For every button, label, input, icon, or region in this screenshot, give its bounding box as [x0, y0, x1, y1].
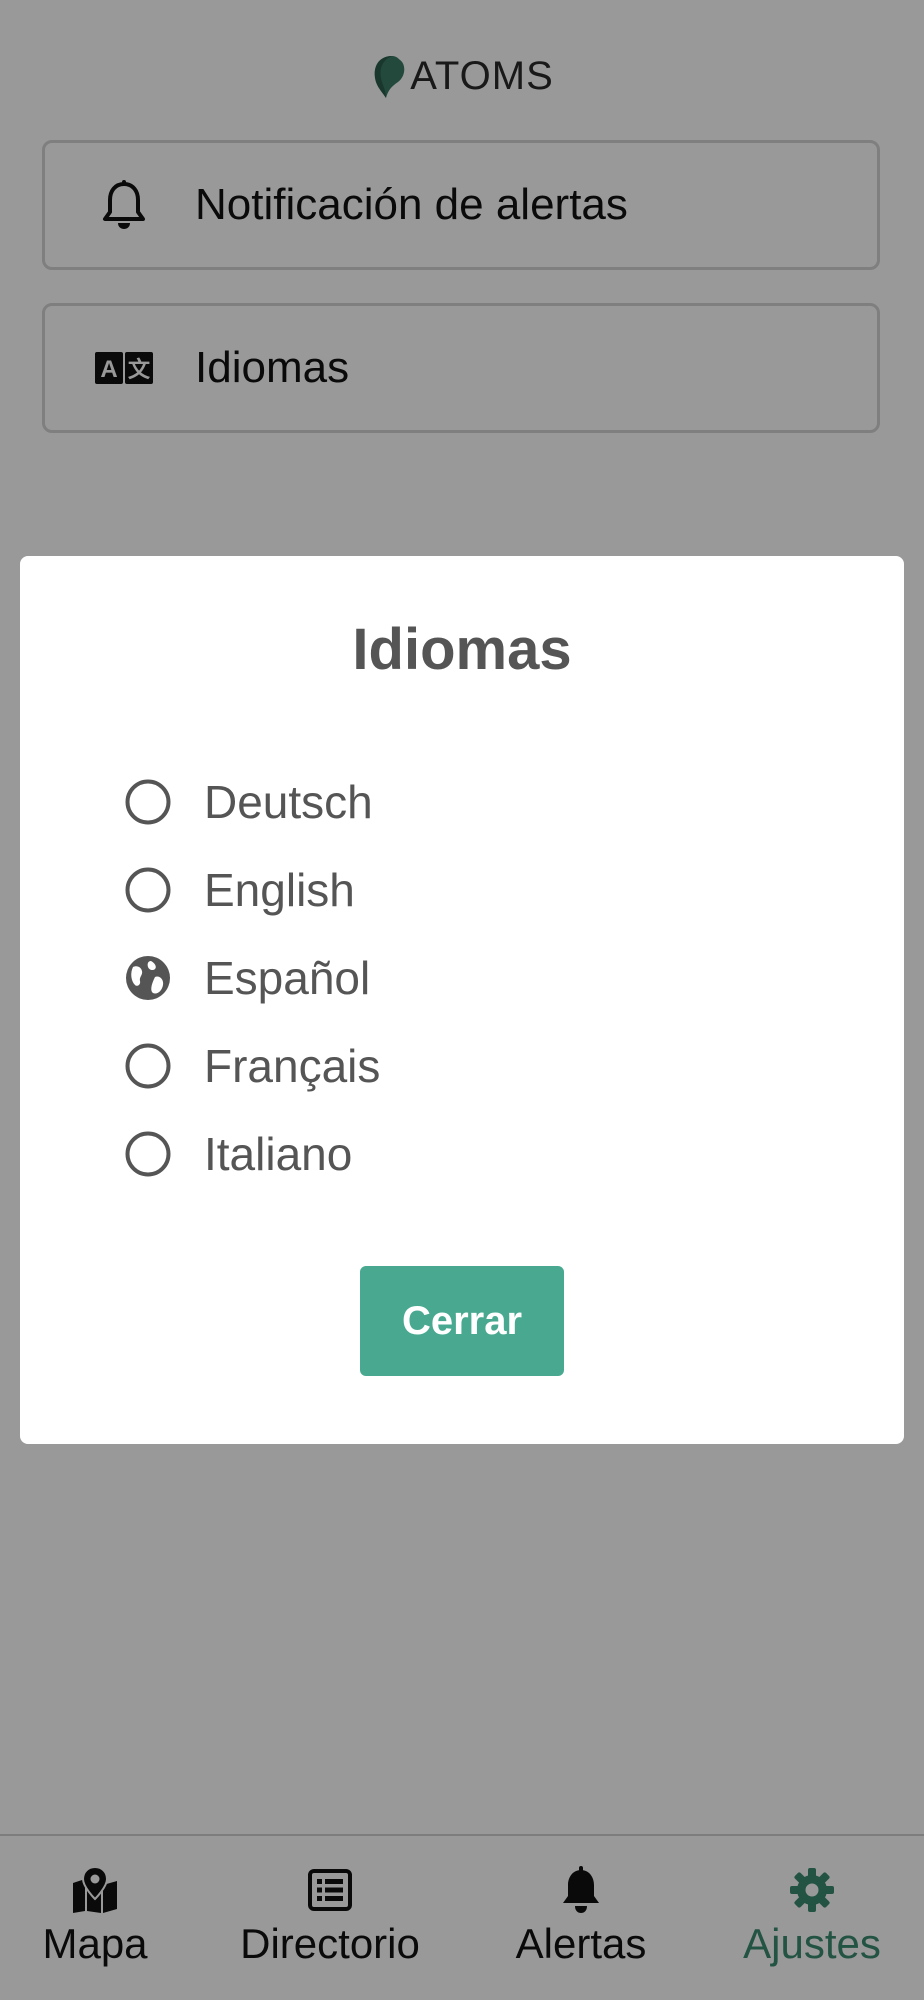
language-option-label: English: [204, 864, 355, 916]
language-option-label: Deutsch: [204, 776, 373, 828]
language-option-label: Français: [204, 1040, 381, 1092]
globe-icon[interactable]: [124, 954, 172, 1002]
radio-unchecked-icon[interactable]: [124, 1042, 172, 1090]
language-option-label: Italiano: [204, 1128, 353, 1180]
radio-unchecked-icon[interactable]: [124, 1130, 172, 1178]
language-dialog: Idiomas Deutsch English Español Français: [20, 556, 904, 1444]
dialog-title: Idiomas: [352, 617, 572, 682]
close-button[interactable]: Cerrar: [360, 1266, 564, 1376]
language-option-deutsch[interactable]: Deutsch: [124, 772, 373, 832]
language-option-italiano[interactable]: Italiano: [124, 1124, 352, 1184]
language-option-english[interactable]: English: [124, 860, 355, 920]
language-option-label: Español: [204, 952, 371, 1004]
radio-unchecked-icon[interactable]: [124, 778, 172, 826]
language-option-espanol[interactable]: Español: [124, 948, 370, 1008]
radio-unchecked-icon[interactable]: [124, 866, 172, 914]
language-option-francais[interactable]: Français: [124, 1036, 380, 1096]
